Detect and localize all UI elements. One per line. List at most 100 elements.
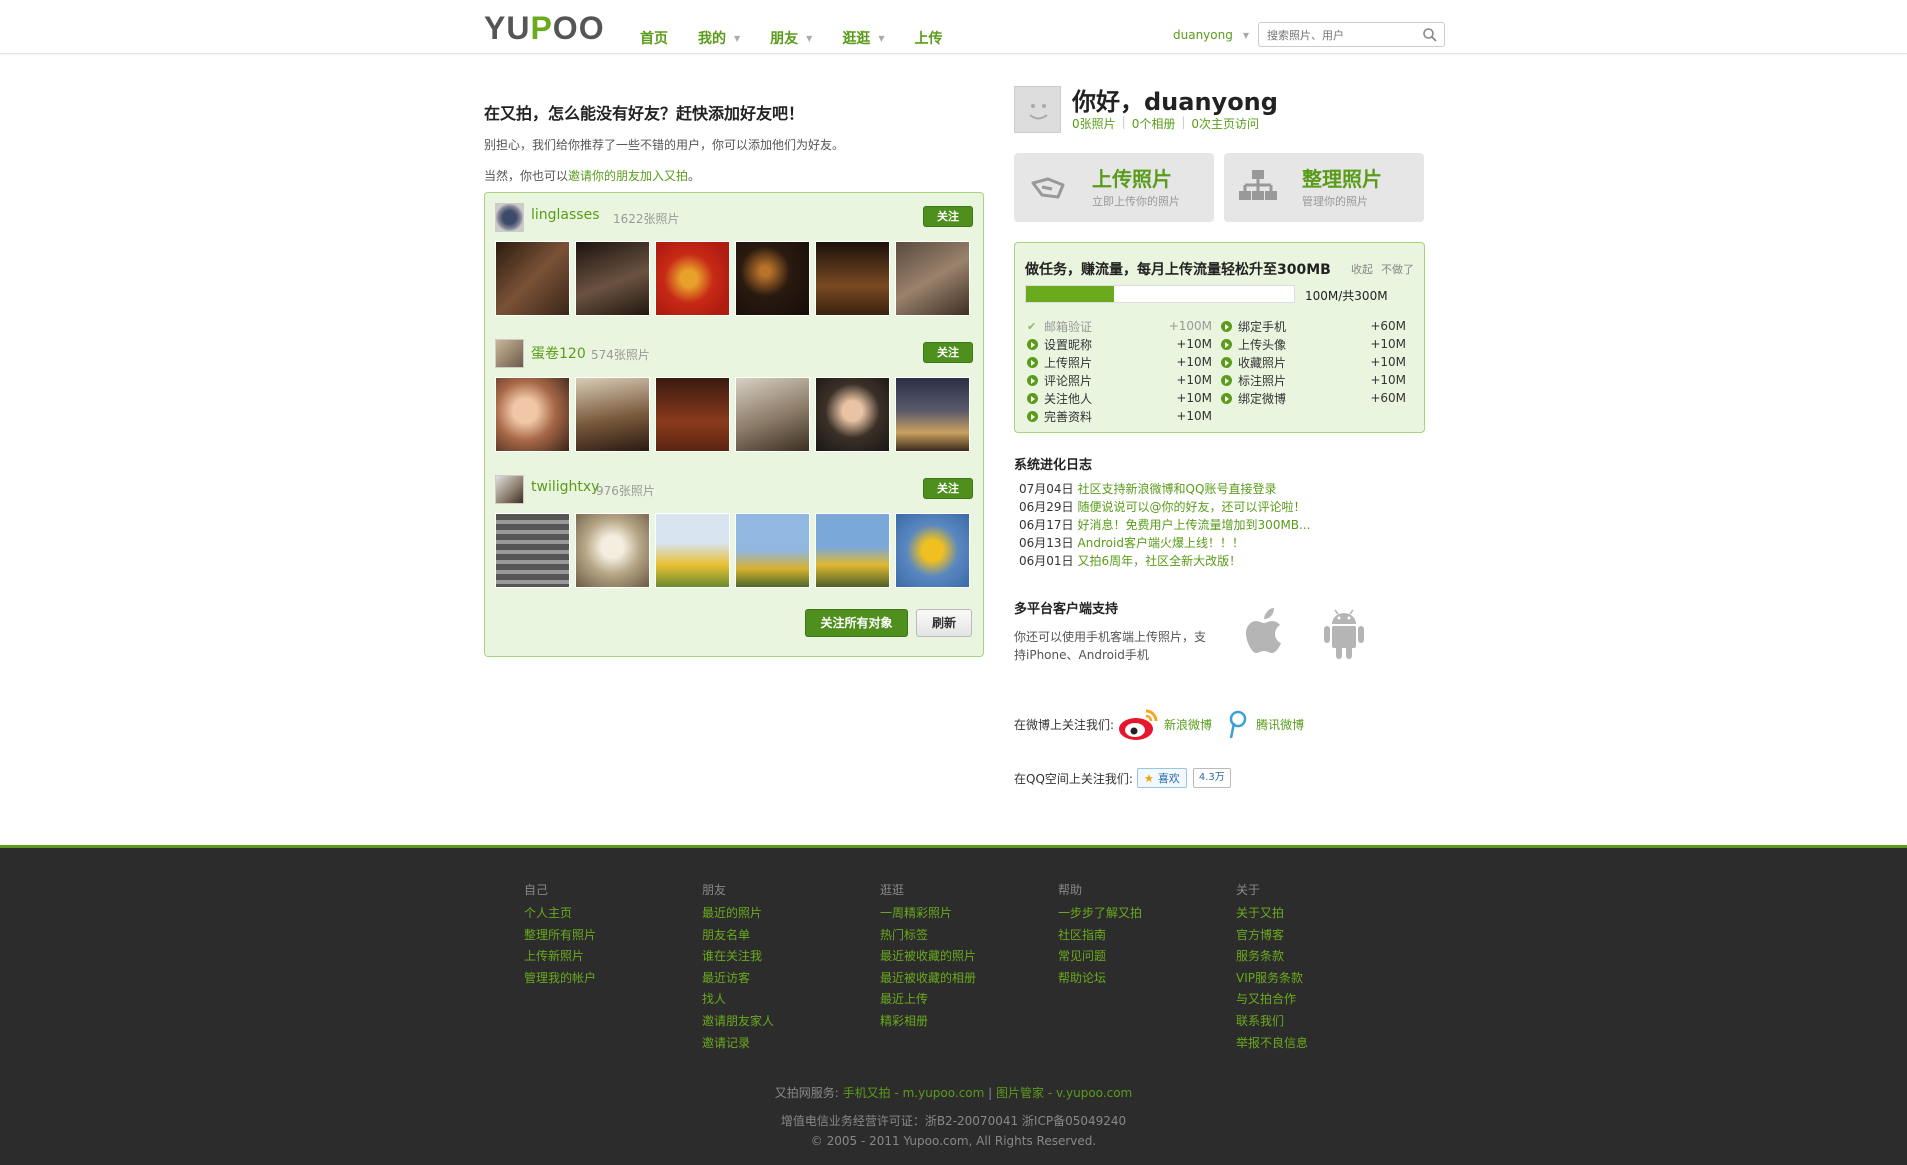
- photo-thumb[interactable]: [655, 377, 730, 452]
- task-item[interactable]: 收藏照片 +10M: [1221, 353, 1406, 371]
- nav-mine[interactable]: 我的 ▼: [698, 28, 740, 48]
- task-item[interactable]: 标注照片 +10M: [1221, 371, 1406, 389]
- photo-thumb[interactable]: [655, 513, 730, 588]
- photo-thumb[interactable]: [495, 241, 570, 316]
- photo-thumb[interactable]: [815, 513, 890, 588]
- changelog-link[interactable]: 好消息！免费用户上传流量增加到300MB...: [1078, 516, 1311, 534]
- photo-thumb[interactable]: [575, 241, 650, 316]
- sina-weibo-link[interactable]: 新浪微博: [1164, 716, 1212, 733]
- organize-photos-button[interactable]: 整理照片 管理你的照片: [1224, 153, 1424, 222]
- android-icon[interactable]: [1318, 604, 1370, 662]
- task-item[interactable]: 设置昵称 +10M: [1027, 335, 1212, 353]
- nav-upload[interactable]: 上传: [914, 28, 942, 48]
- apple-icon[interactable]: [1239, 604, 1291, 662]
- footer-link[interactable]: 联系我们: [1236, 1011, 1406, 1033]
- nav-home[interactable]: 首页: [640, 28, 668, 48]
- user-name[interactable]: linglasses: [531, 207, 600, 223]
- footer-link[interactable]: 最近上传: [880, 989, 1050, 1011]
- photo-count-link[interactable]: 0张照片: [1072, 115, 1116, 132]
- nav-explore[interactable]: 逛逛 ▼: [842, 28, 884, 48]
- follow-all-button[interactable]: 关注所有对象: [805, 609, 908, 637]
- changelog-link[interactable]: 随便说说可以@你的好友，还可以评论啦！: [1078, 498, 1306, 516]
- changelog-link[interactable]: 又拍6周年，社区全新大改版！: [1078, 552, 1242, 570]
- follow-button[interactable]: 关注: [923, 342, 973, 363]
- photo-thumb[interactable]: [895, 377, 970, 452]
- footer-link[interactable]: 整理所有照片: [524, 925, 694, 947]
- footer-link[interactable]: VIP服务条款: [1236, 968, 1406, 990]
- refresh-button[interactable]: 刷新: [916, 609, 972, 637]
- footer-link[interactable]: 邀请朋友家人: [702, 1011, 872, 1033]
- photo-thumb[interactable]: [575, 377, 650, 452]
- photo-thumb[interactable]: [895, 241, 970, 316]
- avatar[interactable]: [495, 475, 524, 504]
- task-item[interactable]: 关注他人 +10M: [1027, 389, 1212, 407]
- collapse-link[interactable]: 收起: [1351, 263, 1373, 276]
- mobile-service-link[interactable]: 手机又拍 - m.yupoo.com: [843, 1086, 985, 1100]
- task-item[interactable]: 绑定微博 +60M: [1221, 389, 1406, 407]
- photo-thumb[interactable]: [495, 513, 570, 588]
- task-item[interactable]: 上传头像 +10M: [1221, 335, 1406, 353]
- invite-link[interactable]: 邀请你的朋友加入又拍: [568, 169, 688, 183]
- like-button[interactable]: ★ 喜欢: [1136, 768, 1187, 788]
- footer-link[interactable]: 最近的照片: [702, 903, 872, 925]
- footer-link[interactable]: 官方博客: [1236, 925, 1406, 947]
- footer-link[interactable]: 个人主页: [524, 903, 694, 925]
- yupoo-logo[interactable]: YUPOO: [484, 10, 604, 50]
- footer-link[interactable]: 社区指南: [1058, 925, 1228, 947]
- skip-link[interactable]: 不做了: [1381, 263, 1414, 276]
- task-item[interactable]: 绑定手机 +60M: [1221, 317, 1406, 335]
- task-item[interactable]: 评论照片 +10M: [1027, 371, 1212, 389]
- album-count-link[interactable]: 0个相册: [1132, 115, 1176, 132]
- changelog-link[interactable]: Android客户端火爆上线！！！: [1078, 534, 1244, 552]
- user-name[interactable]: twilightxy: [531, 479, 599, 495]
- photo-thumb[interactable]: [495, 377, 570, 452]
- tencent-weibo-icon[interactable]: [1224, 707, 1252, 741]
- footer-link[interactable]: 与又拍合作: [1236, 989, 1406, 1011]
- footer-link[interactable]: 上传新照片: [524, 946, 694, 968]
- photo-thumb[interactable]: [735, 377, 810, 452]
- changelog-link[interactable]: 社区支持新浪微博和QQ账号直接登录: [1078, 480, 1277, 498]
- footer-link[interactable]: 最近被收藏的照片: [880, 946, 1050, 968]
- footer-link[interactable]: 帮助论坛: [1058, 968, 1228, 990]
- photo-thumb[interactable]: [655, 241, 730, 316]
- footer-link[interactable]: 关于又拍: [1236, 903, 1406, 925]
- avatar[interactable]: [495, 339, 524, 368]
- task-item[interactable]: 上传照片 +10M: [1027, 353, 1212, 371]
- follow-button[interactable]: 关注: [923, 206, 973, 227]
- footer-link[interactable]: 一步步了解又拍: [1058, 903, 1228, 925]
- footer-link[interactable]: 朋友名单: [702, 925, 872, 947]
- upload-photos-button[interactable]: 上传照片 立即上传你的照片: [1014, 153, 1214, 222]
- photo-thumb[interactable]: [815, 241, 890, 316]
- footer-link[interactable]: 一周精彩照片: [880, 903, 1050, 925]
- footer-link[interactable]: 管理我的帐户: [524, 968, 694, 990]
- user-menu[interactable]: duanyong ▼: [1173, 28, 1249, 42]
- photo-thumb[interactable]: [815, 377, 890, 452]
- footer-link[interactable]: 谁在关注我: [702, 946, 872, 968]
- tencent-weibo-link[interactable]: 腾讯微博: [1256, 716, 1304, 733]
- sina-weibo-icon[interactable]: [1116, 705, 1162, 743]
- photo-thumb[interactable]: [735, 241, 810, 316]
- task-item[interactable]: ✔ 邮箱验证 +100M: [1027, 317, 1212, 335]
- follow-button[interactable]: 关注: [923, 478, 973, 499]
- footer-link[interactable]: 热门标签: [880, 925, 1050, 947]
- v-service-link[interactable]: 图片管家 - v.yupoo.com: [996, 1086, 1132, 1100]
- photo-thumb[interactable]: [895, 513, 970, 588]
- search-input[interactable]: [1267, 24, 1417, 46]
- footer-link[interactable]: 举报不良信息: [1236, 1033, 1406, 1055]
- avatar[interactable]: [1014, 86, 1061, 133]
- search-icon[interactable]: [1422, 27, 1438, 43]
- photo-thumb[interactable]: [575, 513, 650, 588]
- footer-link[interactable]: 邀请记录: [702, 1033, 872, 1055]
- footer-link[interactable]: 服务条款: [1236, 946, 1406, 968]
- footer-link[interactable]: 最近被收藏的相册: [880, 968, 1050, 990]
- footer-link[interactable]: 最近访客: [702, 968, 872, 990]
- footer-link[interactable]: 精彩相册: [880, 1011, 1050, 1033]
- task-item[interactable]: 完善资料 +10M: [1027, 407, 1212, 425]
- avatar[interactable]: [495, 203, 524, 232]
- footer-link[interactable]: 找人: [702, 989, 872, 1011]
- visit-count-link[interactable]: 0次主页访问: [1191, 115, 1259, 132]
- nav-friends[interactable]: 朋友 ▼: [770, 28, 812, 48]
- photo-thumb[interactable]: [735, 513, 810, 588]
- user-name[interactable]: 蛋卷120: [531, 343, 586, 363]
- footer-link[interactable]: 常见问题: [1058, 946, 1228, 968]
